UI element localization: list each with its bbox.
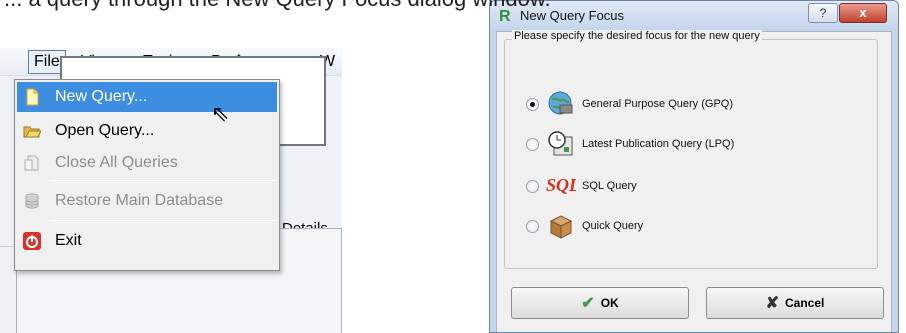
radio-button[interactable] (526, 138, 539, 151)
new-document-icon (26, 88, 39, 106)
sql-icon: SQL (546, 175, 576, 195)
menu-item-new-query[interactable]: New Query... (17, 82, 277, 112)
radio-button[interactable] (526, 220, 539, 233)
box-icon (549, 215, 573, 239)
menu-item-restore-main-database: Restore Main Database (17, 186, 277, 216)
option-general-purpose-query[interactable]: General Purpose Query (GPQ) (526, 89, 866, 121)
menu-item-exit[interactable]: Exit (17, 226, 277, 256)
svg-text:SQL: SQL (546, 175, 576, 195)
power-icon (23, 232, 41, 250)
ok-button[interactable]: ✔ OK (511, 287, 689, 319)
radio-button[interactable] (526, 98, 539, 111)
option-label: Latest Publication Query (LPQ) (582, 138, 735, 150)
option-latest-publication-query[interactable]: Latest Publication Query (LPQ) (526, 129, 866, 161)
new-query-focus-dialog: R New Query Focus ? x Please specify the… (489, 0, 899, 333)
open-folder-icon (23, 126, 41, 138)
application-window: File View Tools Preferences W ⚒ ⚙ Detail… (0, 30, 342, 333)
database-icon (25, 193, 39, 209)
checkmark-icon: ✔ (581, 294, 595, 312)
menu-item-open-query[interactable]: Open Query... (17, 116, 277, 146)
caption-text: ... a query through the New Query Focus … (0, 0, 906, 14)
radio-button[interactable] (526, 180, 539, 193)
globe-icon (548, 91, 573, 115)
file-menu-dropdown: New Query... Open Query... Close All Que… (14, 79, 280, 271)
cross-icon: ✘ (765, 294, 780, 312)
menu-separator (49, 180, 275, 181)
close-document-icon (24, 155, 39, 171)
groupbox-label: Please specify the desired focus for the… (512, 30, 762, 42)
option-label: SQL Query (582, 180, 637, 192)
option-label: General Purpose Query (GPQ) (582, 98, 734, 110)
option-quick-query[interactable]: Quick Query (526, 211, 866, 243)
menu-separator (49, 220, 275, 221)
cancel-button[interactable]: ✘ Cancel (706, 287, 884, 319)
option-label: Quick Query (582, 220, 644, 232)
menu-item-close-all-queries: Close All Queries (17, 148, 277, 178)
option-sql-query[interactable]: SQL SQL Query (526, 171, 866, 203)
mouse-cursor-icon: ⇖ (211, 101, 230, 126)
clock-document-icon (548, 131, 573, 156)
